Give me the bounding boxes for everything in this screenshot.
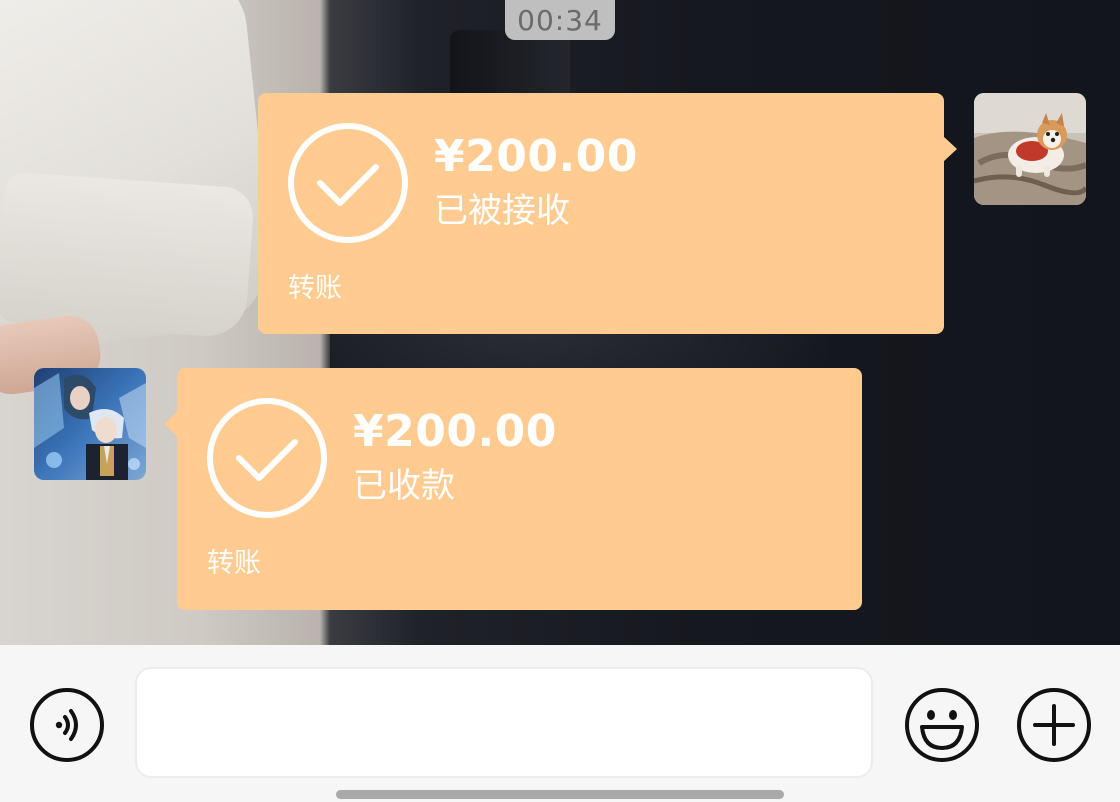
emoji-icon[interactable] bbox=[903, 686, 981, 764]
transfer-amount: ¥200.00 bbox=[353, 406, 557, 457]
my-avatar[interactable] bbox=[974, 93, 1086, 205]
transfer-type-label: 转账 bbox=[207, 548, 261, 579]
transfer-card-sent[interactable]: ¥200.00 已被接收 转账 bbox=[258, 93, 957, 334]
anime-avatar-image bbox=[34, 368, 146, 480]
dog-avatar-image bbox=[974, 93, 1086, 205]
transfer-amount: ¥200.00 bbox=[434, 131, 638, 182]
bubble-tail bbox=[943, 136, 957, 162]
bubble-tail bbox=[164, 411, 178, 437]
background-cuff bbox=[0, 171, 255, 339]
message-input[interactable] bbox=[135, 667, 873, 778]
voice-icon[interactable] bbox=[29, 687, 105, 763]
home-indicator[interactable] bbox=[336, 790, 784, 799]
contact-avatar[interactable] bbox=[34, 368, 146, 480]
timestamp: 00:34 bbox=[505, 0, 615, 40]
transfer-status: 已被接收 bbox=[434, 191, 570, 231]
transfer-type-label: 转账 bbox=[288, 273, 342, 304]
plus-icon[interactable] bbox=[1015, 686, 1093, 764]
check-circle-icon bbox=[207, 398, 327, 518]
check-circle-icon bbox=[288, 123, 408, 243]
transfer-card-received[interactable]: ¥200.00 已收款 转账 bbox=[164, 368, 862, 610]
background-strap bbox=[450, 30, 570, 100]
transfer-status: 已收款 bbox=[353, 466, 455, 506]
